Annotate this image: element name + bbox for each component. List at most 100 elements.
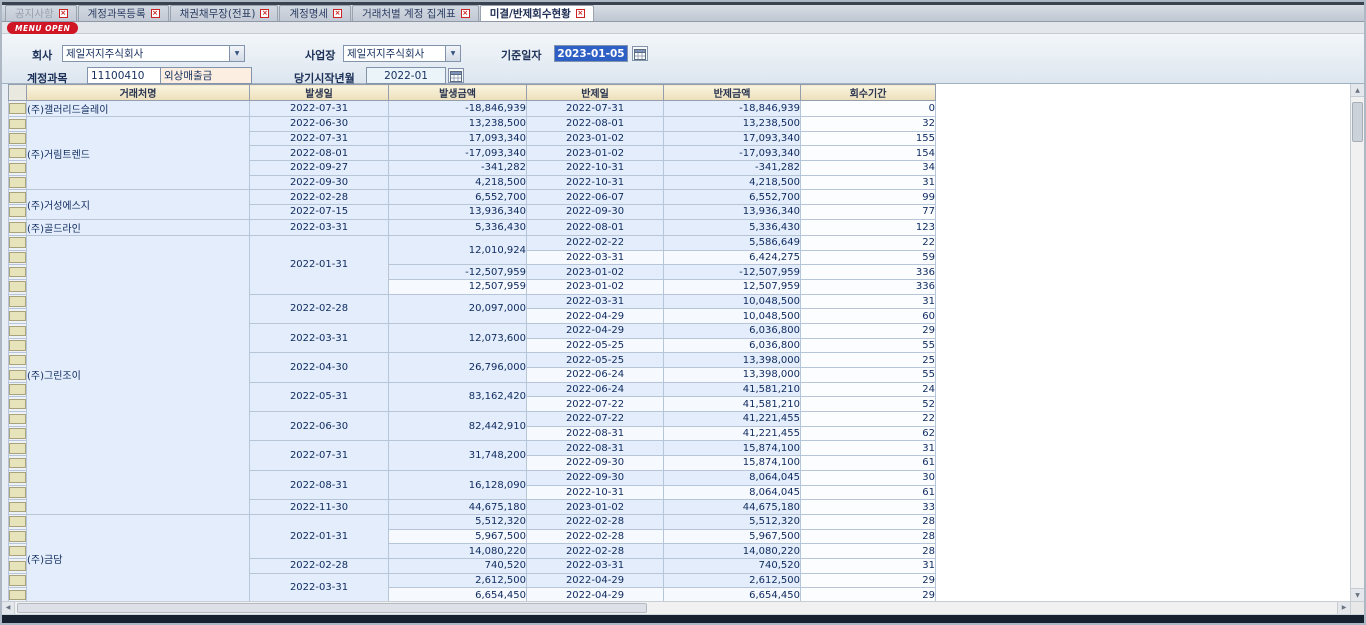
period-cell[interactable]: 28 bbox=[801, 529, 936, 544]
occur-amount-cell[interactable]: 6,552,700 bbox=[389, 190, 527, 205]
period-cell[interactable]: 62 bbox=[801, 426, 936, 441]
row-selector[interactable] bbox=[9, 131, 27, 146]
settle-date-cell[interactable]: 2022-04-29 bbox=[527, 309, 664, 324]
row-selector[interactable] bbox=[9, 441, 27, 456]
occur-amount-cell[interactable]: 14,080,220 bbox=[389, 544, 527, 559]
period-cell[interactable]: 61 bbox=[801, 485, 936, 500]
occur-amount-cell[interactable]: 12,010,924 bbox=[389, 235, 527, 264]
settle-amount-cell[interactable]: 4,218,500 bbox=[664, 175, 801, 190]
tab-close-icon[interactable]: × bbox=[260, 9, 269, 18]
occur-amount-cell[interactable]: 5,512,320 bbox=[389, 514, 527, 529]
settle-date-cell[interactable]: 2022-04-29 bbox=[527, 573, 664, 588]
settle-date-cell[interactable]: 2023-01-02 bbox=[527, 279, 664, 294]
settle-date-cell[interactable]: 2022-08-31 bbox=[527, 441, 664, 456]
settle-amount-cell[interactable]: 44,675,180 bbox=[664, 500, 801, 515]
settle-amount-cell[interactable]: 41,221,455 bbox=[664, 412, 801, 427]
row-selector[interactable] bbox=[9, 353, 27, 368]
occur-amount-cell[interactable]: 6,654,450 bbox=[389, 588, 527, 601]
occur-amount-cell[interactable]: 13,238,500 bbox=[389, 117, 527, 132]
settle-date-cell[interactable]: 2022-06-24 bbox=[527, 382, 664, 397]
settle-date-cell[interactable]: 2022-08-31 bbox=[527, 426, 664, 441]
settle-date-cell[interactable]: 2022-10-31 bbox=[527, 485, 664, 500]
row-selector[interactable] bbox=[9, 485, 27, 500]
period-cell[interactable]: 29 bbox=[801, 588, 936, 601]
period-cell[interactable]: 28 bbox=[801, 544, 936, 559]
period-cell[interactable]: 24 bbox=[801, 382, 936, 397]
occur-amount-cell[interactable]: 5,336,430 bbox=[389, 219, 527, 235]
column-header[interactable]: 거래처명 bbox=[27, 85, 250, 101]
settle-amount-cell[interactable]: 8,064,045 bbox=[664, 485, 801, 500]
settle-amount-cell[interactable]: 12,507,959 bbox=[664, 279, 801, 294]
column-header[interactable]: 회수기간 bbox=[801, 85, 936, 101]
period-cell[interactable]: 31 bbox=[801, 558, 936, 573]
period-cell[interactable]: 31 bbox=[801, 294, 936, 309]
period-cell[interactable]: 155 bbox=[801, 131, 936, 146]
scroll-down-icon[interactable]: ▼ bbox=[1351, 588, 1364, 601]
occur-date-cell[interactable]: 2022-03-31 bbox=[250, 323, 389, 352]
period-cell[interactable]: 61 bbox=[801, 456, 936, 471]
row-selector[interactable] bbox=[9, 146, 27, 161]
row-selector[interactable] bbox=[9, 250, 27, 265]
settle-amount-cell[interactable]: 740,520 bbox=[664, 558, 801, 573]
row-selector[interactable] bbox=[9, 588, 27, 601]
settle-amount-cell[interactable]: 6,654,450 bbox=[664, 588, 801, 601]
occur-date-cell[interactable]: 2022-02-28 bbox=[250, 190, 389, 205]
occur-amount-cell[interactable]: -17,093,340 bbox=[389, 146, 527, 161]
tab-거래처별 계정 집계표[interactable]: 거래처별 계정 집계표× bbox=[352, 5, 479, 21]
occur-date-cell[interactable]: 2022-06-30 bbox=[250, 117, 389, 132]
settle-amount-cell[interactable]: 13,398,000 bbox=[664, 368, 801, 383]
start-month-input[interactable]: 2022-01 bbox=[366, 67, 446, 84]
occur-date-cell[interactable]: 2022-11-30 bbox=[250, 500, 389, 515]
period-cell[interactable]: 55 bbox=[801, 338, 936, 353]
settle-date-cell[interactable]: 2022-06-07 bbox=[527, 190, 664, 205]
tab-계정과목등록[interactable]: 계정과목등록× bbox=[78, 5, 169, 21]
settle-amount-cell[interactable]: 17,093,340 bbox=[664, 131, 801, 146]
period-cell[interactable]: 22 bbox=[801, 412, 936, 427]
period-cell[interactable]: 34 bbox=[801, 161, 936, 176]
row-selector[interactable] bbox=[9, 205, 27, 220]
settle-date-cell[interactable]: 2022-06-24 bbox=[527, 368, 664, 383]
occur-date-cell[interactable]: 2022-07-15 bbox=[250, 205, 389, 220]
period-cell[interactable]: 31 bbox=[801, 441, 936, 456]
settle-amount-cell[interactable]: 13,936,340 bbox=[664, 205, 801, 220]
scroll-up-icon[interactable]: ▲ bbox=[1351, 84, 1364, 97]
chevron-down-icon[interactable]: ▼ bbox=[229, 46, 244, 61]
settle-date-cell[interactable]: 2022-04-29 bbox=[527, 323, 664, 338]
settle-amount-cell[interactable]: 8,064,045 bbox=[664, 470, 801, 485]
occur-date-cell[interactable]: 2022-05-31 bbox=[250, 382, 389, 411]
occur-date-cell[interactable]: 2022-08-31 bbox=[250, 470, 389, 499]
occur-amount-cell[interactable]: 83,162,420 bbox=[389, 382, 527, 411]
occur-amount-cell[interactable]: -341,282 bbox=[389, 161, 527, 176]
occur-amount-cell[interactable]: 13,936,340 bbox=[389, 205, 527, 220]
settle-amount-cell[interactable]: -341,282 bbox=[664, 161, 801, 176]
row-selector[interactable] bbox=[9, 338, 27, 353]
period-cell[interactable]: 123 bbox=[801, 219, 936, 235]
occur-amount-cell[interactable]: 740,520 bbox=[389, 558, 527, 573]
settle-date-cell[interactable]: 2022-02-28 bbox=[527, 544, 664, 559]
occur-date-cell[interactable]: 2022-02-28 bbox=[250, 294, 389, 323]
column-header[interactable]: 반제금액 bbox=[664, 85, 801, 101]
settle-amount-cell[interactable]: 14,080,220 bbox=[664, 544, 801, 559]
customer-cell[interactable]: (주)그린조이 bbox=[27, 235, 250, 514]
settle-amount-cell[interactable]: -18,846,939 bbox=[664, 101, 801, 117]
period-cell[interactable]: 29 bbox=[801, 573, 936, 588]
occur-amount-cell[interactable]: 4,218,500 bbox=[389, 175, 527, 190]
row-selector[interactable] bbox=[9, 323, 27, 338]
settle-date-cell[interactable]: 2022-10-31 bbox=[527, 161, 664, 176]
row-selector[interactable] bbox=[9, 500, 27, 515]
settle-date-cell[interactable]: 2022-03-31 bbox=[527, 294, 664, 309]
row-selector[interactable] bbox=[9, 309, 27, 324]
period-cell[interactable]: 336 bbox=[801, 265, 936, 280]
period-cell[interactable]: 29 bbox=[801, 323, 936, 338]
period-cell[interactable]: 336 bbox=[801, 279, 936, 294]
settle-date-cell[interactable]: 2022-07-22 bbox=[527, 412, 664, 427]
row-selector[interactable] bbox=[9, 573, 27, 588]
occur-amount-cell[interactable]: 17,093,340 bbox=[389, 131, 527, 146]
row-selector[interactable] bbox=[9, 456, 27, 471]
row-selector[interactable] bbox=[9, 175, 27, 190]
row-selector[interactable] bbox=[9, 558, 27, 573]
settle-date-cell[interactable]: 2022-09-30 bbox=[527, 470, 664, 485]
row-selector[interactable] bbox=[9, 265, 27, 280]
tab-계정명세[interactable]: 계정명세× bbox=[279, 5, 351, 21]
column-header[interactable]: 발생일 bbox=[250, 85, 389, 101]
